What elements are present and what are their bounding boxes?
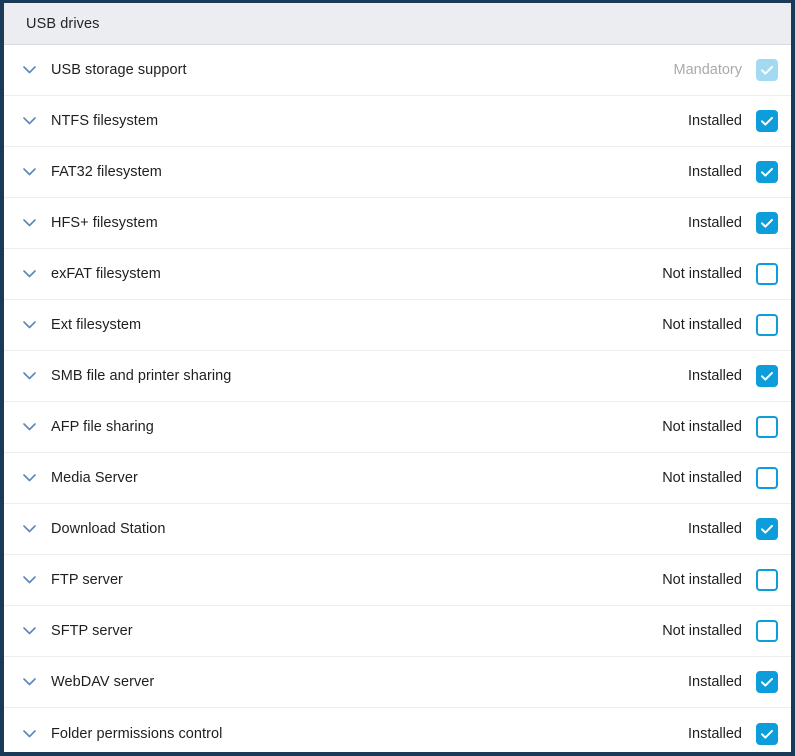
install-checkbox[interactable] <box>756 416 778 438</box>
status-label: Installed <box>688 113 756 129</box>
chevron-down-icon[interactable] <box>16 567 42 593</box>
feature-label: Folder permissions control <box>42 726 688 742</box>
install-checkbox[interactable] <box>756 314 778 336</box>
feature-list: USB storage supportMandatoryNTFS filesys… <box>4 45 791 756</box>
feature-row: Media ServerNot installed <box>4 453 791 504</box>
feature-row: Folder permissions controlInstalled <box>4 708 791 756</box>
chevron-down-icon[interactable] <box>16 363 42 389</box>
status-label: Not installed <box>662 623 756 639</box>
install-checkbox[interactable] <box>756 723 778 745</box>
feature-row: exFAT filesystemNot installed <box>4 249 791 300</box>
chevron-down-icon[interactable] <box>16 159 42 185</box>
install-checkbox[interactable] <box>756 365 778 387</box>
status-label: Not installed <box>662 419 756 435</box>
feature-row: FAT32 filesystemInstalled <box>4 147 791 198</box>
chevron-down-icon[interactable] <box>16 669 42 695</box>
feature-row: AFP file sharingNot installed <box>4 402 791 453</box>
status-label: Not installed <box>662 470 756 486</box>
feature-label: AFP file sharing <box>42 419 662 435</box>
feature-label: Ext filesystem <box>42 317 662 333</box>
feature-label: FAT32 filesystem <box>42 164 688 180</box>
status-label: Not installed <box>662 317 756 333</box>
feature-label: HFS+ filesystem <box>42 215 688 231</box>
install-checkbox <box>756 59 778 81</box>
status-label: Mandatory <box>673 62 756 78</box>
status-label: Installed <box>688 726 756 742</box>
feature-row: HFS+ filesystemInstalled <box>4 198 791 249</box>
feature-row: FTP serverNot installed <box>4 555 791 606</box>
chevron-down-icon[interactable] <box>16 261 42 287</box>
chevron-down-icon[interactable] <box>16 516 42 542</box>
chevron-down-icon[interactable] <box>16 414 42 440</box>
install-checkbox[interactable] <box>756 467 778 489</box>
install-checkbox[interactable] <box>756 161 778 183</box>
install-checkbox[interactable] <box>756 263 778 285</box>
install-checkbox[interactable] <box>756 212 778 234</box>
feature-row: Download StationInstalled <box>4 504 791 555</box>
status-label: Installed <box>688 674 756 690</box>
chevron-down-icon[interactable] <box>16 618 42 644</box>
panel-header: USB drives <box>4 3 791 45</box>
feature-label: SFTP server <box>42 623 662 639</box>
feature-row: SMB file and printer sharingInstalled <box>4 351 791 402</box>
install-checkbox[interactable] <box>756 569 778 591</box>
chevron-down-icon[interactable] <box>16 465 42 491</box>
install-checkbox[interactable] <box>756 671 778 693</box>
feature-label: exFAT filesystem <box>42 266 662 282</box>
install-checkbox[interactable] <box>756 518 778 540</box>
feature-label: FTP server <box>42 572 662 588</box>
feature-label: USB storage support <box>42 62 673 78</box>
chevron-down-icon[interactable] <box>16 312 42 338</box>
feature-row: WebDAV serverInstalled <box>4 657 791 708</box>
chevron-down-icon[interactable] <box>16 108 42 134</box>
feature-row: USB storage supportMandatory <box>4 45 791 96</box>
usb-drives-panel: USB drives USB storage supportMandatoryN… <box>0 0 795 756</box>
install-checkbox[interactable] <box>756 110 778 132</box>
feature-row: SFTP serverNot installed <box>4 606 791 657</box>
chevron-down-icon[interactable] <box>16 721 42 747</box>
status-label: Not installed <box>662 266 756 282</box>
feature-label: NTFS filesystem <box>42 113 688 129</box>
status-label: Installed <box>688 164 756 180</box>
feature-row: NTFS filesystemInstalled <box>4 96 791 147</box>
status-label: Installed <box>688 521 756 537</box>
install-checkbox[interactable] <box>756 620 778 642</box>
feature-label: Download Station <box>42 521 688 537</box>
chevron-down-icon[interactable] <box>16 210 42 236</box>
status-label: Installed <box>688 215 756 231</box>
page-title: USB drives <box>26 16 100 32</box>
chevron-down-icon[interactable] <box>16 57 42 83</box>
status-label: Not installed <box>662 572 756 588</box>
feature-label: Media Server <box>42 470 662 486</box>
feature-label: WebDAV server <box>42 674 688 690</box>
feature-row: Ext filesystemNot installed <box>4 300 791 351</box>
feature-label: SMB file and printer sharing <box>42 368 688 384</box>
status-label: Installed <box>688 368 756 384</box>
